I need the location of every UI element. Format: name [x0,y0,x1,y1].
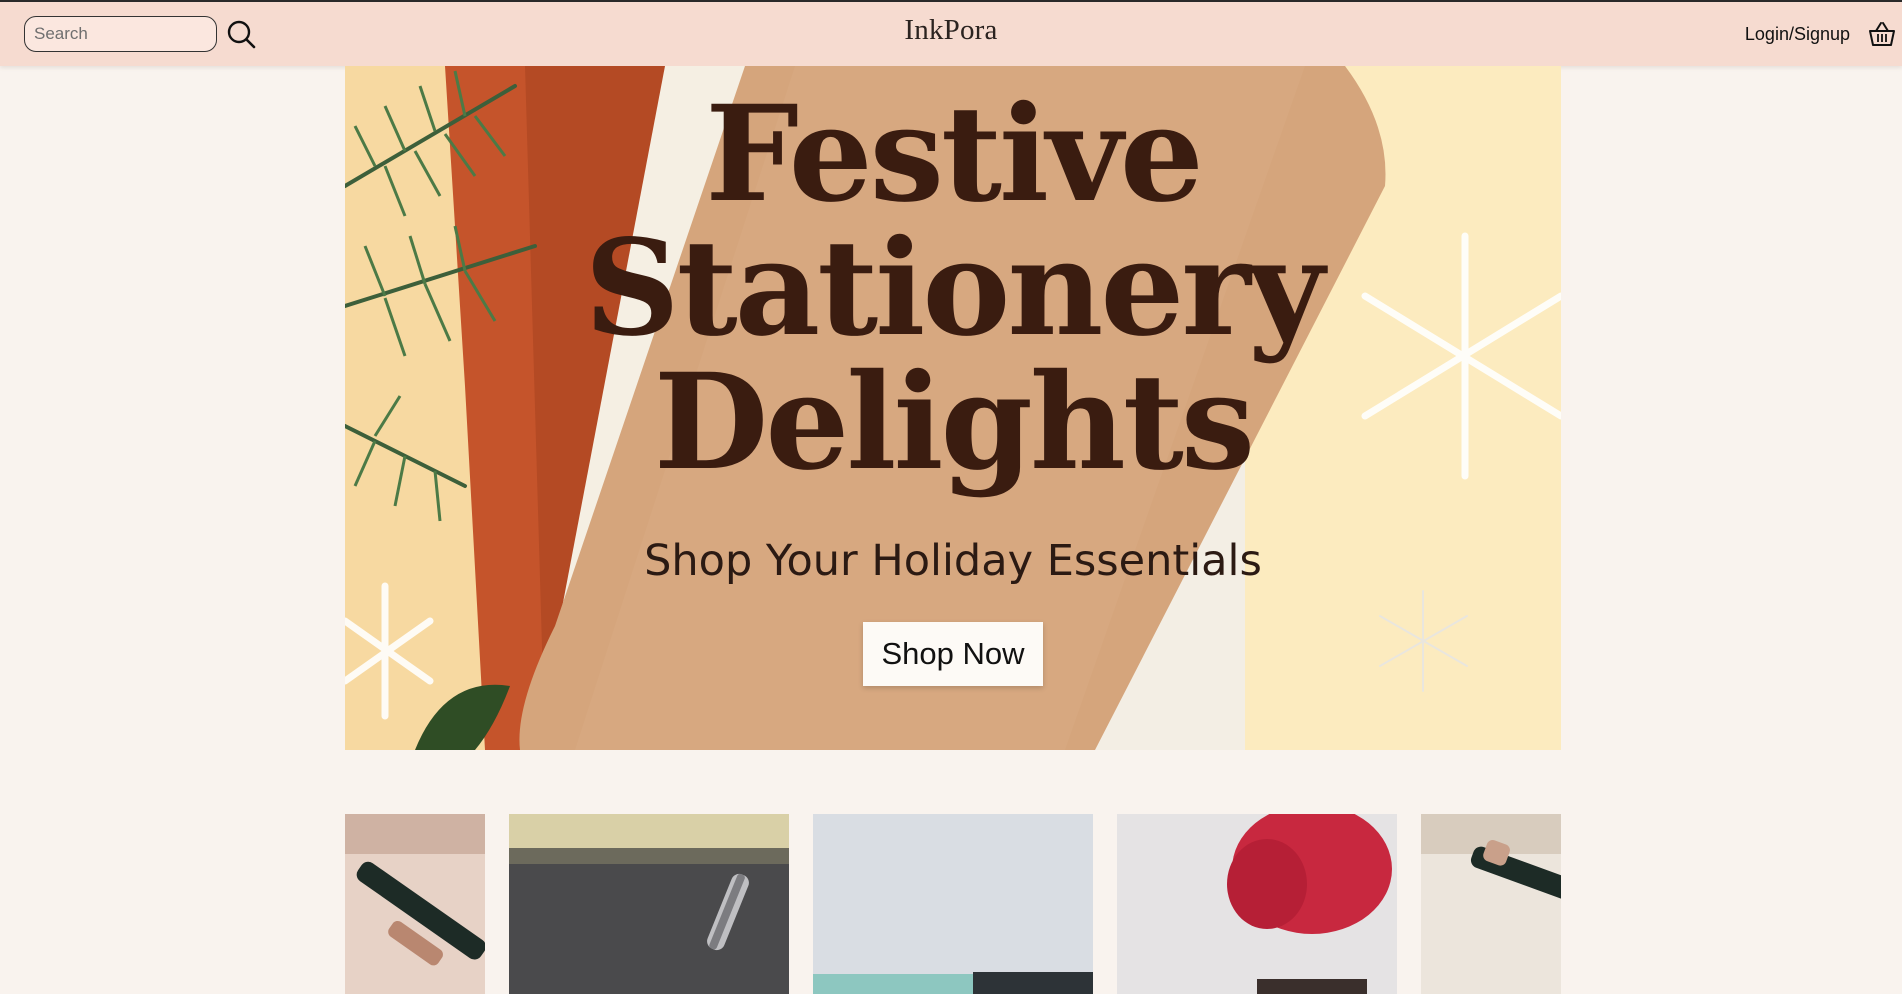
hero-title-line: Stationery [584,211,1324,366]
shop-now-button[interactable]: Shop Now [863,622,1043,686]
site-logo[interactable]: InkPora [851,14,1051,47]
product-thumbnail[interactable] [1117,814,1397,994]
hero-title-line: Festive [705,77,1204,232]
product-thumbnail[interactable] [509,814,789,994]
search-icon[interactable] [225,18,257,50]
login-signup-link[interactable]: Login/Signup [1730,24,1850,45]
hero-title-line: Delights [653,345,1255,500]
product-thumbnail[interactable] [1421,814,1561,994]
hero-subtitle: Shop Your Holiday Essentials [644,536,1262,586]
basket-icon[interactable] [1867,20,1897,50]
hero-title: Festive Stationery Delights [345,88,1561,490]
hero-banner: Festive Stationery Delights Shop Your Ho… [345,66,1561,750]
search-input[interactable] [24,16,217,52]
product-thumbnail[interactable] [345,814,485,994]
site-header: InkPora Login/Signup [0,2,1902,66]
product-thumbnail[interactable] [813,814,1093,994]
